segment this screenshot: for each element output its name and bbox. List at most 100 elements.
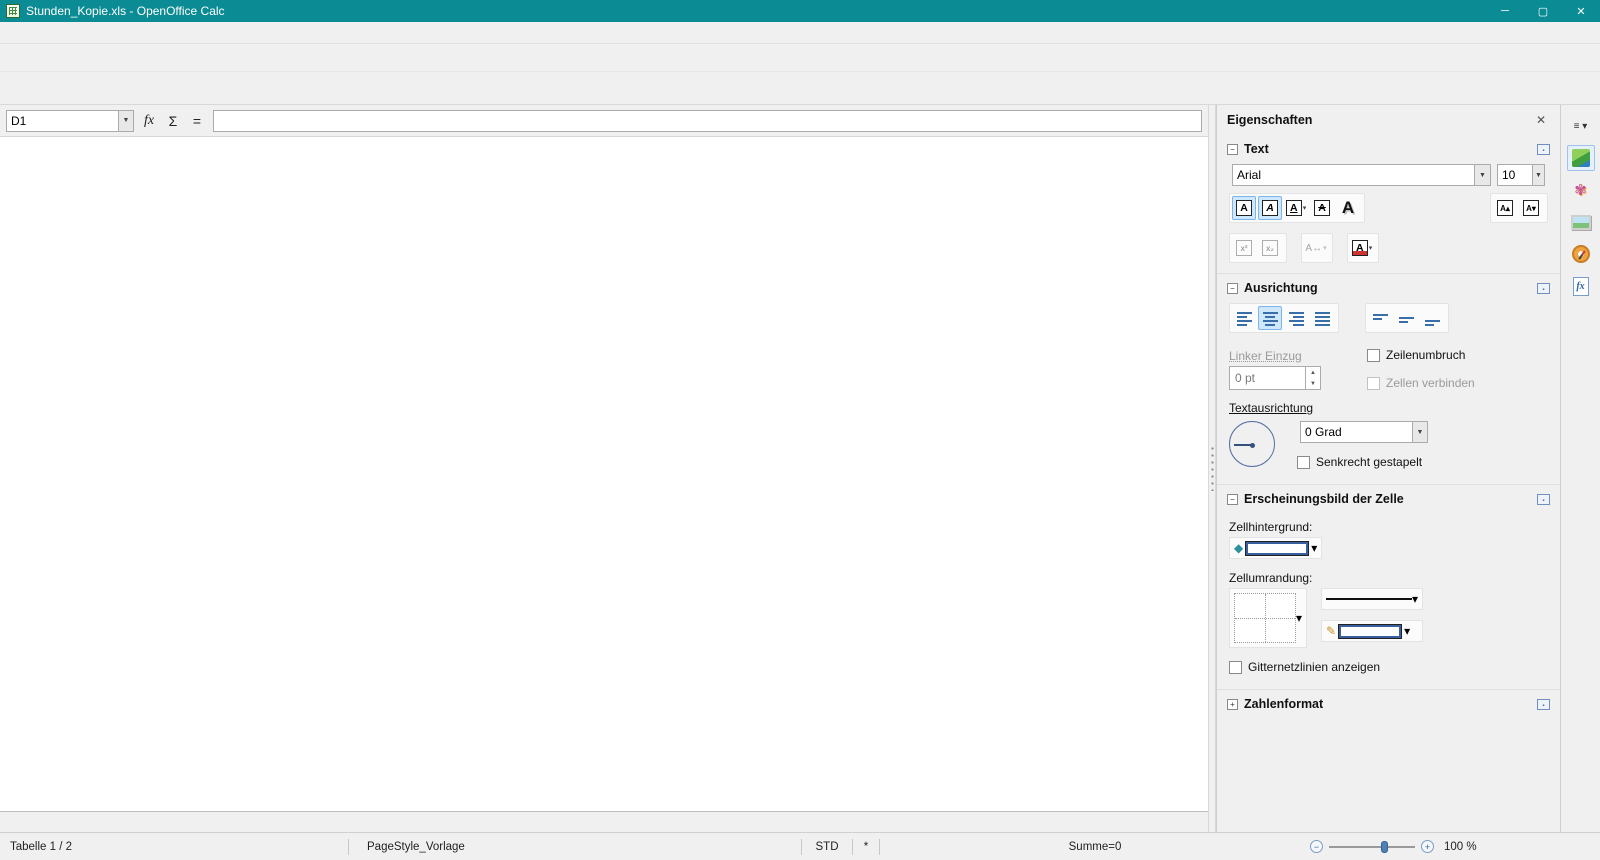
insert-mode[interactable]: STD	[802, 841, 852, 853]
sidebar-splitter[interactable]	[1208, 105, 1216, 832]
border-dropdown-icon[interactable]: ▾	[1296, 611, 1302, 625]
sum-icon[interactable]: Σ	[161, 110, 185, 132]
menu-bar	[0, 22, 1600, 44]
text-section-collapse-icon[interactable]: −	[1227, 144, 1238, 155]
degrees-combo[interactable]: ▼	[1300, 421, 1428, 443]
close-icon[interactable]: ✕	[1562, 0, 1600, 22]
align-bottom-button[interactable]	[1420, 306, 1444, 330]
sidebar-align-center-button[interactable]	[1258, 306, 1282, 330]
superscript-button[interactable]: x²	[1232, 236, 1256, 260]
cell-appearance-collapse-icon[interactable]: −	[1227, 494, 1238, 505]
equals-icon[interactable]: =	[185, 110, 209, 132]
font-name-dropdown-icon[interactable]: ▼	[1474, 165, 1490, 185]
border-selector[interactable]: ▾	[1229, 588, 1307, 648]
panel-close-icon[interactable]: ✕	[1532, 111, 1550, 129]
number-format-collapse-icon[interactable]: +	[1227, 699, 1238, 710]
text-dialog-launcher-icon[interactable]: ▪	[1537, 144, 1550, 155]
center-vertically-button[interactable]	[1394, 306, 1418, 330]
indent-down-icon[interactable]: ▼	[1306, 378, 1320, 389]
stacked-checkbox[interactable]	[1297, 456, 1310, 469]
sidebar-properties-tab[interactable]	[1567, 145, 1595, 171]
maximize-icon[interactable]: ▢	[1524, 0, 1562, 22]
properties-cube-icon	[1572, 149, 1590, 167]
styles-icon: ✾	[1574, 181, 1587, 199]
sum-display[interactable]: Summe=0	[880, 841, 1310, 853]
alignment-section-collapse-icon[interactable]: −	[1227, 283, 1238, 294]
wrap-text-checkbox-row: Zeilenumbruch	[1367, 348, 1475, 362]
name-box-dropdown-icon[interactable]: ▼	[118, 111, 133, 131]
alignment-dialog-launcher-icon[interactable]: ▪	[1537, 283, 1550, 294]
sidebar-bold-button[interactable]: A	[1232, 196, 1256, 220]
line-style-icon	[1326, 593, 1412, 606]
name-box[interactable]: ▼	[6, 110, 134, 132]
page-style[interactable]: PageStyle_Vorlage	[349, 841, 801, 853]
line-style-dropdown-icon[interactable]: ▾	[1412, 592, 1418, 606]
sidebar-navigator-tab[interactable]	[1567, 241, 1595, 267]
gallery-icon	[1571, 215, 1591, 230]
merge-cells-label: Zellen verbinden	[1386, 376, 1475, 390]
degrees-input[interactable]	[1301, 422, 1412, 442]
zoom-in-icon[interactable]: +	[1421, 840, 1434, 853]
degrees-dropdown-icon[interactable]: ▼	[1412, 422, 1427, 442]
line-color-dropdown-icon[interactable]: ▾	[1404, 624, 1410, 638]
text-rotation-dial[interactable]	[1229, 421, 1275, 467]
align-top-button[interactable]	[1368, 306, 1392, 330]
sheet-info: Tabelle 1 / 2	[0, 841, 348, 853]
increase-font-button[interactable]: A▴	[1493, 196, 1517, 220]
zoom-level[interactable]: 100 %	[1434, 841, 1487, 853]
spreadsheet-area[interactable]	[0, 137, 1208, 811]
sidebar-menu-icon[interactable]: ≡ ▾	[1567, 113, 1595, 139]
cell-border-label: Zellumrandung:	[1229, 571, 1548, 585]
zoom-out-icon[interactable]: −	[1310, 840, 1323, 853]
formula-bar: ▼ fx Σ =	[0, 105, 1208, 137]
cell-background-picker[interactable]: ◆ ▾	[1229, 537, 1322, 559]
sidebar-font-size-combo[interactable]: ▼	[1497, 164, 1545, 186]
formula-input-line[interactable]	[213, 110, 1202, 132]
sidebar-align-left-button[interactable]	[1232, 306, 1256, 330]
sidebar-align-justify-button[interactable]	[1310, 306, 1334, 330]
line-color-picker[interactable]: ✎ ▾	[1321, 620, 1423, 642]
indent-spinner[interactable]: 0 pt ▲▼	[1229, 366, 1321, 390]
decrease-font-button[interactable]: A▾	[1519, 196, 1543, 220]
subscript-button[interactable]: x₂	[1258, 236, 1282, 260]
number-format-dialog-launcher-icon[interactable]: ▪	[1537, 699, 1550, 710]
alignment-section-label: Ausrichtung	[1244, 281, 1537, 295]
zoom-slider[interactable]	[1329, 846, 1415, 848]
gridlines-label: Gitternetzlinien anzeigen	[1248, 660, 1380, 674]
character-spacing-button[interactable]: A↔▾	[1304, 236, 1328, 260]
line-style-picker[interactable]: ▾	[1321, 588, 1423, 610]
merge-cells-checkbox[interactable]	[1367, 377, 1380, 390]
background-color-dropdown-icon[interactable]: ▾	[1311, 541, 1317, 555]
wrap-text-checkbox[interactable]	[1367, 349, 1380, 362]
orientation-label: Textausrichtung	[1229, 401, 1548, 415]
sidebar-font-color-button[interactable]: A▾	[1350, 236, 1374, 260]
stacked-label: Senkrecht gestapelt	[1316, 455, 1422, 469]
modified-flag: *	[853, 841, 879, 853]
window-title: Stunden_Kopie.xls - OpenOffice Calc	[26, 4, 225, 18]
sidebar-font-name-input[interactable]	[1233, 165, 1474, 185]
zoom-slider-thumb[interactable]	[1381, 841, 1388, 853]
sidebar-functions-tab[interactable]: fx	[1567, 273, 1595, 299]
cell-reference-input[interactable]	[7, 111, 118, 131]
font-size-dropdown-icon[interactable]: ▼	[1532, 165, 1544, 185]
sidebar-italic-button[interactable]: A	[1258, 196, 1282, 220]
sidebar-styles-tab[interactable]: ✾	[1567, 177, 1595, 203]
standard-toolbar	[0, 44, 1600, 72]
indent-up-icon[interactable]: ▲	[1306, 367, 1320, 378]
pencil-icon: ✎	[1326, 624, 1336, 638]
gridlines-checkbox[interactable]	[1229, 661, 1242, 674]
background-color-swatch	[1246, 542, 1308, 555]
sidebar-strikethrough-button[interactable]: A	[1310, 196, 1334, 220]
sidebar-align-right-button[interactable]	[1284, 306, 1308, 330]
sidebar-gallery-tab[interactable]	[1567, 209, 1595, 235]
sidebar-underline-button[interactable]: A▾	[1284, 196, 1308, 220]
cell-background-label: Zellhintergrund:	[1229, 520, 1548, 534]
sidebar-font-name-combo[interactable]: ▼	[1232, 164, 1491, 186]
sidebar-font-size-input[interactable]	[1498, 165, 1532, 185]
function-wizard-icon[interactable]: fx	[137, 110, 161, 132]
sidebar-shadow-button[interactable]: A	[1336, 196, 1360, 220]
minimize-icon[interactable]: ─	[1486, 0, 1524, 22]
border-grid-icon	[1234, 593, 1296, 643]
sidebar-tab-strip: ≡ ▾ ✾ fx	[1560, 105, 1600, 832]
cell-appearance-dialog-launcher-icon[interactable]: ▪	[1537, 494, 1550, 505]
